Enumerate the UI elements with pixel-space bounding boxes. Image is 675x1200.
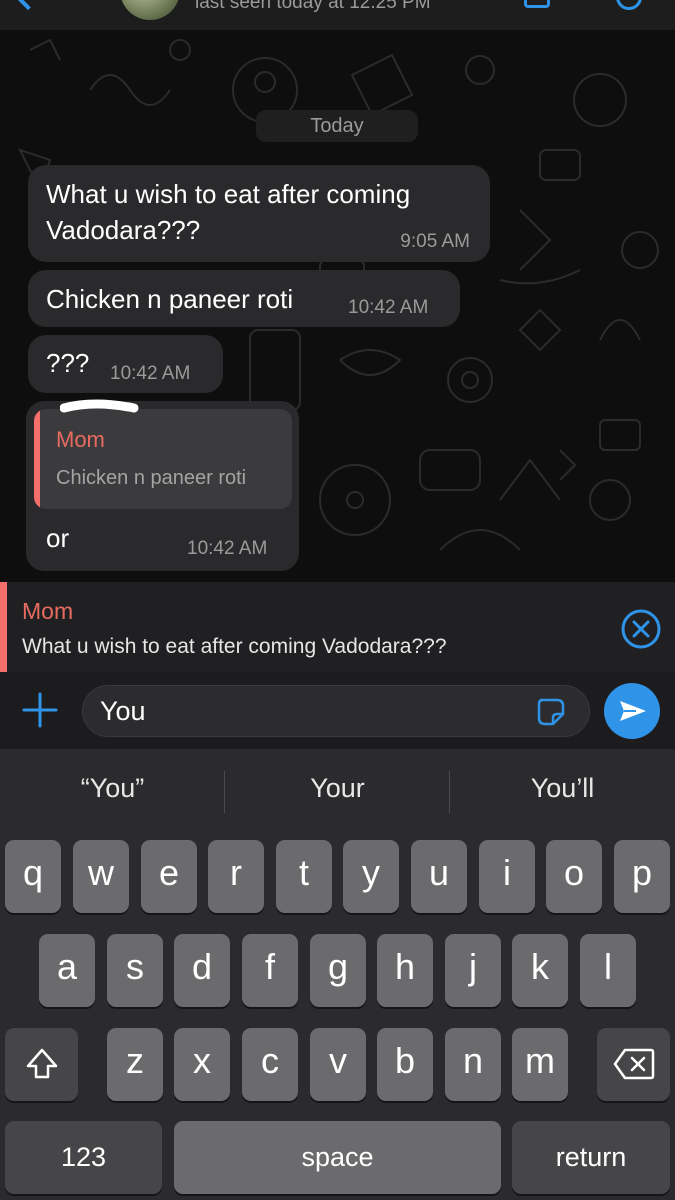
message-input[interactable]: You xyxy=(82,685,590,737)
message-input-value: You xyxy=(100,696,146,726)
key-e[interactable]: e xyxy=(141,840,197,913)
key-n[interactable]: n xyxy=(445,1028,501,1101)
key-w[interactable]: w xyxy=(73,840,129,913)
send-icon xyxy=(620,701,646,721)
shift-arrow-icon xyxy=(26,1048,57,1079)
reply-bar xyxy=(0,582,7,672)
key-b[interactable]: b xyxy=(377,1028,433,1101)
quote-text: Chicken n paneer roti xyxy=(56,467,247,489)
message-text: ??? xyxy=(46,348,90,378)
backspace-key[interactable] xyxy=(597,1028,670,1101)
key-l[interactable]: l xyxy=(580,934,636,1007)
key-g[interactable]: g xyxy=(310,934,366,1007)
key-k[interactable]: k xyxy=(512,934,568,1007)
last-seen-status: last seen today at 12:25 PM xyxy=(195,0,431,13)
key-m[interactable]: m xyxy=(512,1028,568,1101)
backspace-icon xyxy=(613,1048,654,1080)
quote-author: Mom xyxy=(56,427,105,452)
message-time: 10:42 AM xyxy=(187,538,268,559)
quoted-message[interactable]: Mom Chicken n paneer roti xyxy=(34,409,292,509)
key-r[interactable]: r xyxy=(208,840,264,913)
return-key[interactable]: return xyxy=(512,1121,670,1194)
key-j[interactable]: j xyxy=(445,934,501,1007)
sticker-icon[interactable] xyxy=(535,696,567,728)
key-c[interactable]: c xyxy=(242,1028,298,1101)
video-call-icon[interactable] xyxy=(524,0,550,8)
date-separator: Today xyxy=(256,110,418,142)
reply-author: Mom xyxy=(22,598,74,624)
key-t[interactable]: t xyxy=(276,840,332,913)
shift-key[interactable] xyxy=(5,1028,78,1101)
key-v[interactable]: v xyxy=(310,1028,366,1101)
message-time: 9:05 AM xyxy=(400,231,470,252)
reply-text: What u wish to eat after coming Vadodara… xyxy=(22,635,447,658)
message-time: 10:42 AM xyxy=(110,363,191,384)
key-f[interactable]: f xyxy=(242,934,298,1007)
key-s[interactable]: s xyxy=(107,934,163,1007)
key-y[interactable]: y xyxy=(343,840,399,913)
key-o[interactable]: o xyxy=(546,840,602,913)
composer-bar: You xyxy=(0,672,675,749)
suggestion-1[interactable]: “You” xyxy=(0,773,225,804)
key-d[interactable]: d xyxy=(174,934,230,1007)
key-p[interactable]: p xyxy=(614,840,670,913)
suggestion-2[interactable]: Your xyxy=(225,773,450,804)
key-z[interactable]: z xyxy=(107,1028,163,1101)
message-bubble[interactable]: Mom Chicken n paneer roti or 10:42 AM xyxy=(26,401,299,571)
space-key[interactable]: space xyxy=(174,1121,501,1194)
send-button[interactable] xyxy=(604,683,660,739)
key-u[interactable]: u xyxy=(411,840,467,913)
key-a[interactable]: a xyxy=(39,934,95,1007)
reply-preview: Mom What u wish to eat after coming Vado… xyxy=(0,582,675,672)
contact-avatar[interactable] xyxy=(120,0,180,20)
key-q[interactable]: q xyxy=(5,840,61,913)
message-time: 10:42 AM xyxy=(348,297,429,318)
message-text-line: What u wish to eat after coming xyxy=(46,179,411,209)
chat-header: last seen today at 12:25 PM xyxy=(0,0,675,30)
back-chevron-icon[interactable] xyxy=(13,0,43,11)
suggestion-3[interactable]: You’ll xyxy=(450,773,675,804)
message-bubble[interactable]: Chicken n paneer roti 10:42 AM xyxy=(28,270,460,327)
key-i[interactable]: i xyxy=(479,840,535,913)
message-text: or xyxy=(46,523,70,553)
key-h[interactable]: h xyxy=(377,934,433,1007)
voice-call-icon[interactable] xyxy=(616,0,642,10)
message-text: Chicken n paneer roti xyxy=(46,284,294,314)
numbers-key[interactable]: 123 xyxy=(5,1121,162,1194)
quote-bar xyxy=(34,409,40,509)
message-bubble[interactable]: ??? 10:42 AM xyxy=(28,335,223,393)
plus-icon[interactable] xyxy=(22,692,58,728)
message-list[interactable]: Today What u wish to eat after coming Va… xyxy=(0,30,675,582)
close-reply-icon[interactable] xyxy=(620,608,662,650)
message-text-line: Vadodara??? xyxy=(46,215,201,245)
redaction-scribble xyxy=(60,399,139,413)
on-screen-keyboard: “You” Your You’ll q w e r t y u i o p a … xyxy=(0,749,675,1200)
key-x[interactable]: x xyxy=(174,1028,230,1101)
message-bubble[interactable]: What u wish to eat after coming Vadodara… xyxy=(28,165,490,262)
